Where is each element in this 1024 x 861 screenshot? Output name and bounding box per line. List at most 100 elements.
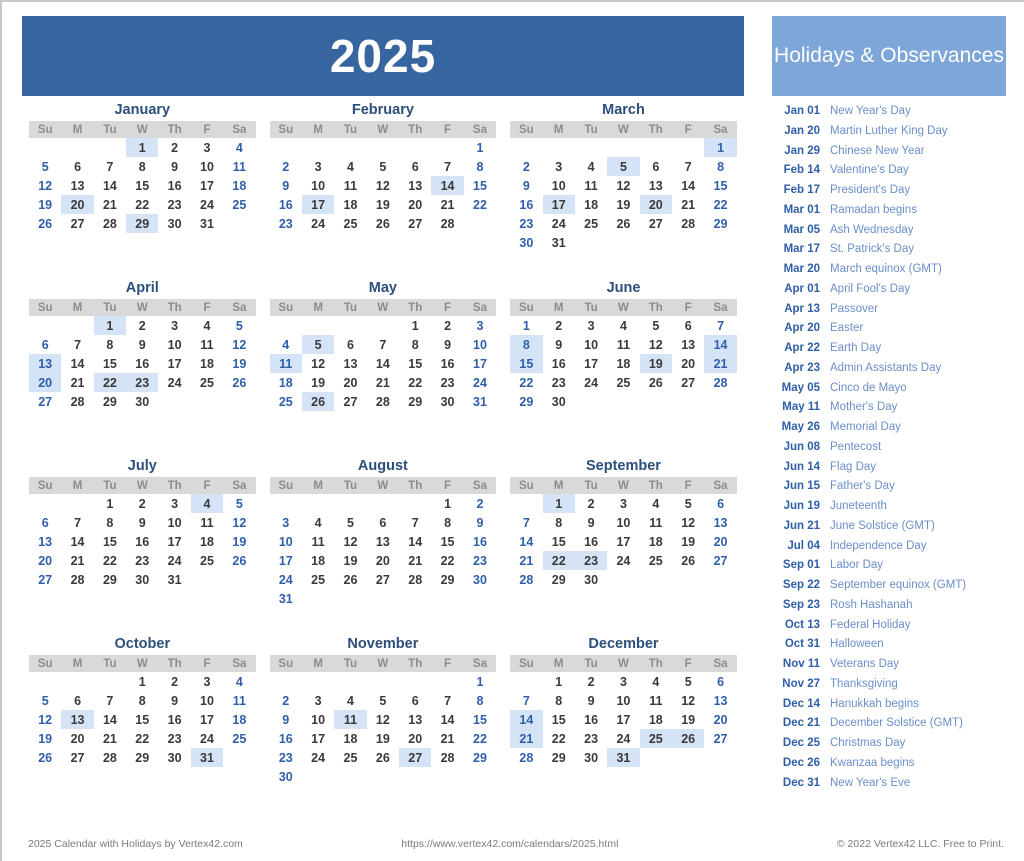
day-cell[interactable]: 28 [94,214,126,233]
day-cell-highlighted[interactable]: 1 [126,138,159,157]
day-cell[interactable]: 22 [126,729,158,748]
day-cell[interactable]: 23 [543,373,575,392]
day-cell[interactable]: 12 [672,691,704,710]
day-cell[interactable]: 9 [158,157,190,176]
day-cell[interactable]: 1 [464,672,496,691]
day-cell[interactable]: 16 [431,354,463,373]
day-cell[interactable]: 22 [704,195,736,214]
day-cell[interactable]: 26 [334,570,366,589]
day-cell[interactable]: 7 [431,157,463,176]
day-cell[interactable]: 4 [223,672,255,691]
day-cell[interactable]: 27 [334,392,366,411]
day-cell-highlighted[interactable]: 13 [29,354,62,373]
day-cell[interactable]: 26 [607,214,639,233]
day-cell-highlighted[interactable]: 14 [431,176,464,195]
day-cell[interactable]: 19 [29,195,61,214]
day-cell-highlighted[interactable]: 5 [607,157,640,176]
day-cell[interactable]: 7 [61,335,93,354]
day-cell[interactable]: 2 [575,494,607,513]
day-cell[interactable]: 30 [464,570,496,589]
day-cell[interactable]: 9 [126,513,158,532]
day-cell[interactable]: 1 [399,316,431,335]
day-cell[interactable]: 27 [61,214,93,233]
day-cell[interactable]: 15 [399,354,431,373]
day-cell[interactable]: 8 [126,157,158,176]
day-cell[interactable]: 10 [464,335,496,354]
day-cell[interactable]: 22 [94,551,126,570]
day-cell[interactable]: 15 [126,176,158,195]
day-cell[interactable]: 2 [270,157,302,176]
day-cell[interactable]: 24 [158,373,190,392]
day-cell[interactable]: 13 [399,176,431,195]
day-cell-highlighted[interactable]: 1 [93,316,127,335]
day-cell-highlighted[interactable]: 25 [639,729,672,748]
day-cell[interactable]: 2 [158,138,190,157]
day-cell[interactable]: 11 [191,335,223,354]
day-cell[interactable]: 28 [672,214,704,233]
day-cell-highlighted[interactable]: 11 [334,710,367,729]
day-cell[interactable]: 8 [126,691,158,710]
day-cell-highlighted[interactable]: 20 [61,195,94,214]
day-cell[interactable]: 25 [640,551,672,570]
day-cell[interactable]: 23 [270,214,302,233]
day-cell[interactable]: 20 [399,195,431,214]
day-cell[interactable]: 29 [464,748,496,767]
day-cell[interactable]: 19 [223,532,255,551]
day-cell[interactable]: 25 [302,570,334,589]
day-cell[interactable]: 5 [367,691,399,710]
day-cell[interactable]: 6 [704,494,736,513]
day-cell[interactable]: 19 [223,354,255,373]
day-cell[interactable]: 27 [61,748,93,767]
day-cell[interactable]: 30 [158,748,190,767]
day-cell[interactable]: 3 [575,316,607,335]
day-cell[interactable]: 22 [510,373,542,392]
day-cell[interactable]: 23 [270,748,302,767]
day-cell[interactable]: 10 [302,710,334,729]
day-cell[interactable]: 12 [607,176,639,195]
day-cell[interactable]: 29 [543,570,575,589]
day-cell[interactable]: 22 [464,729,496,748]
day-cell[interactable]: 25 [334,748,366,767]
day-cell[interactable]: 30 [158,214,190,233]
day-cell-highlighted[interactable]: 5 [301,335,335,354]
day-cell[interactable]: 22 [126,195,158,214]
day-cell[interactable]: 6 [640,157,672,176]
day-cell[interactable]: 12 [302,354,334,373]
day-cell-highlighted[interactable]: 14 [510,710,543,729]
day-cell[interactable]: 2 [575,672,607,691]
day-cell[interactable]: 20 [399,729,431,748]
day-cell[interactable]: 10 [191,157,223,176]
day-cell[interactable]: 5 [672,672,704,691]
day-cell[interactable]: 29 [431,570,463,589]
day-cell[interactable]: 20 [334,373,366,392]
day-cell[interactable]: 27 [672,373,704,392]
day-cell[interactable]: 8 [94,335,126,354]
day-cell[interactable]: 28 [431,748,463,767]
day-cell[interactable]: 5 [223,316,255,335]
day-cell[interactable]: 17 [575,354,607,373]
day-cell[interactable]: 20 [704,710,736,729]
day-cell[interactable]: 21 [399,551,431,570]
day-cell-highlighted[interactable]: 31 [190,748,224,767]
day-cell[interactable]: 7 [510,691,542,710]
day-cell[interactable]: 27 [640,214,672,233]
day-cell[interactable]: 2 [126,316,158,335]
day-cell-highlighted[interactable]: 15 [510,354,543,373]
day-cell[interactable]: 21 [94,195,126,214]
day-cell[interactable]: 17 [191,710,223,729]
day-cell[interactable]: 26 [367,214,399,233]
day-cell[interactable]: 16 [158,176,190,195]
day-cell-highlighted[interactable]: 14 [704,335,737,354]
day-cell[interactable]: 17 [158,532,190,551]
day-cell[interactable]: 26 [223,373,255,392]
day-cell[interactable]: 12 [223,335,255,354]
day-cell[interactable]: 24 [607,729,639,748]
day-cell[interactable]: 6 [399,157,431,176]
day-cell[interactable]: 29 [510,392,542,411]
day-cell[interactable]: 13 [61,176,93,195]
day-cell[interactable]: 21 [367,373,399,392]
day-cell[interactable]: 18 [223,176,255,195]
day-cell-highlighted[interactable]: 21 [510,729,543,748]
day-cell[interactable]: 18 [334,195,366,214]
day-cell[interactable]: 8 [94,513,126,532]
